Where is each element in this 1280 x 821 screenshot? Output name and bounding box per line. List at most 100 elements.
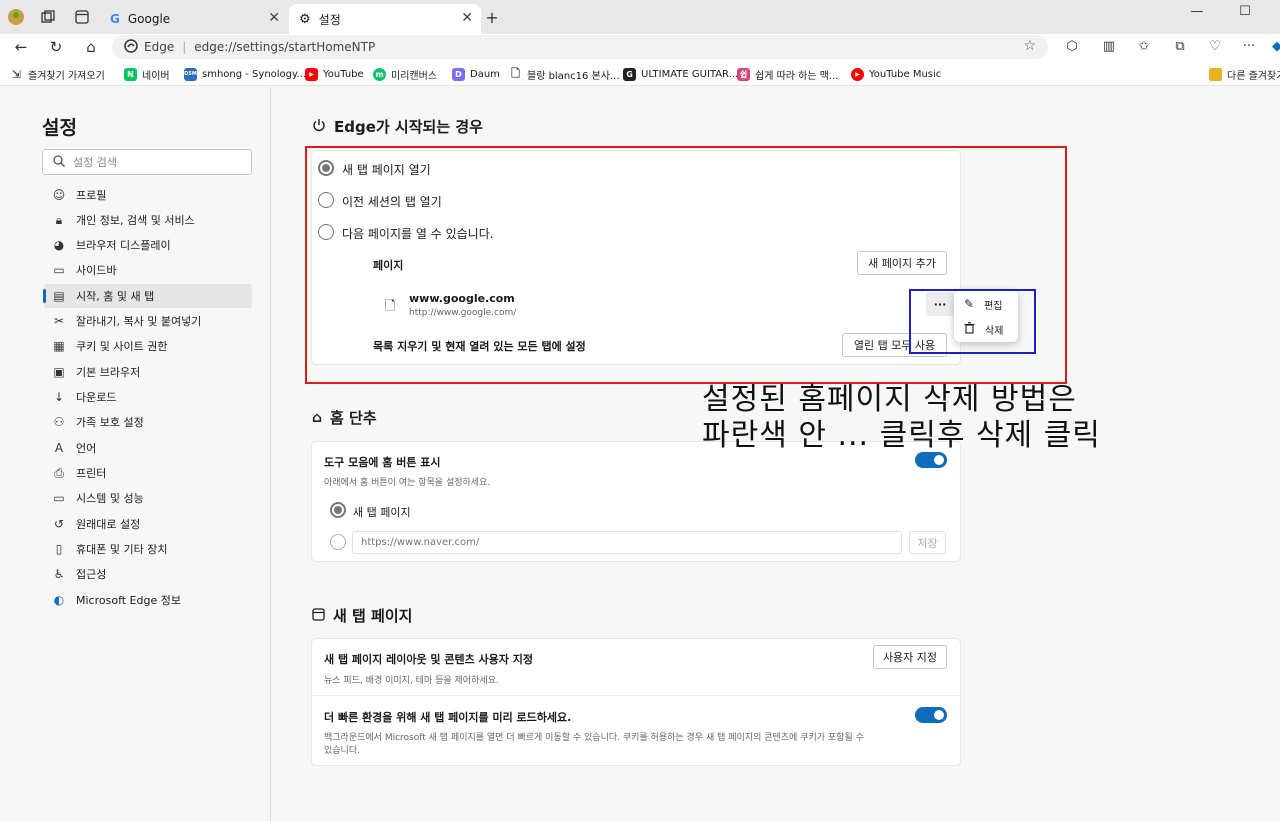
customize-desc: 뉴스 피드, 배경 이미지, 테마 등을 제어하세요. <box>324 676 499 686</box>
sidebar-item-family[interactable]: ⚇ 가족 보호 설정 <box>44 410 252 434</box>
bookmark-other-favorites[interactable]: 다른 즐겨찾기 <box>1209 66 1280 82</box>
bookmark-youtube-music[interactable]: ▶ YouTube Music <box>851 66 941 82</box>
bookmark-label: YouTube Music <box>869 68 942 80</box>
bookmark-youtube[interactable]: ▶ YouTube <box>305 66 364 82</box>
health-icon[interactable]: ♡ <box>1204 37 1226 57</box>
sidebar-item-printers[interactable]: ⎙ 프린터 <box>44 461 252 485</box>
sidebar-item-downloads[interactable]: ↓ 다운로드 <box>44 385 252 409</box>
naver-icon: N <box>124 67 137 81</box>
sidebar-item-label: 개인 정보, 검색 및 서비스 <box>76 214 195 227</box>
customize-button[interactable]: 사용자 지정 <box>873 645 947 669</box>
home-icon[interactable]: ⌂ <box>80 37 102 57</box>
bookmark-daum[interactable]: D Daum <box>452 66 500 82</box>
sidebar-item-label: 프로필 <box>76 189 107 202</box>
home-url-input[interactable] <box>352 531 902 554</box>
bookmark-ultimate-guitar[interactable]: G ULTIMATE GUITAR... <box>623 66 738 82</box>
newtab-icon <box>312 607 325 625</box>
lock-icon: 🔒︎ <box>55 212 63 227</box>
workspaces-icon[interactable] <box>40 9 56 25</box>
bookmark-synology[interactable]: DSM smhong - Synology... <box>184 66 306 82</box>
save-button[interactable]: 저장 <box>909 531 946 554</box>
accessibility-icon: ♿︎ <box>53 567 65 581</box>
preload-toggle[interactable] <box>915 707 947 723</box>
sidebar-item-privacy[interactable]: 🔒︎ 개인 정보, 검색 및 서비스 <box>44 208 252 232</box>
clipboard-icon: ✂ <box>53 314 65 328</box>
radio-home-custom-url[interactable] <box>330 534 346 550</box>
tab-google[interactable]: G Google ✕ <box>100 4 288 34</box>
bookmark-label: Daum <box>470 68 500 80</box>
bookmark-label: 네이버 <box>142 70 170 82</box>
synology-icon: DSM <box>184 67 197 81</box>
sidebar-item-label: 쿠키 및 사이트 권한 <box>76 340 168 353</box>
import-icon: ⇲ <box>11 67 22 81</box>
sidebar-item-share-copy-paste[interactable]: ✂ 잘라내기, 복사 및 붙여넣기 <box>44 309 252 333</box>
section-title-text: Edge가 시작되는 경우 <box>334 118 483 136</box>
sidebar-item-cookies[interactable]: ▦ 쿠키 및 사이트 권한 <box>44 334 252 358</box>
home-new-tab-label: 새 탭 페이지 <box>353 506 411 519</box>
sidebar-item-phone[interactable]: ▯ 휴대폰 및 기타 장치 <box>44 537 252 561</box>
settings-search-box[interactable] <box>42 149 252 175</box>
sidebar-item-label: 잘라내기, 복사 및 붙여넣기 <box>76 315 202 328</box>
printer-icon: ⎙ <box>54 465 64 480</box>
sidebar-item-profile[interactable]: ☺ 프로필 <box>44 183 252 207</box>
sidebar-item-reset[interactable]: ↺ 원래대로 설정 <box>44 512 252 536</box>
tab-actions-icon[interactable] <box>74 9 90 25</box>
sidebar-item-accessibility[interactable]: ♿︎ 접근성 <box>44 562 252 586</box>
close-icon[interactable]: ✕ <box>268 10 280 26</box>
address-bar[interactable]: Edge | edge://settings/startHomeNTP ☆ <box>112 35 1048 59</box>
sidebar-item-system[interactable]: ▭ 시스템 및 성능 <box>44 486 252 510</box>
favorites-icon[interactable]: ✩ <box>1133 37 1155 57</box>
gear-icon: ⚙ <box>299 11 311 27</box>
profile-icon: ☺ <box>52 188 66 202</box>
extensions-icon[interactable]: ⬡ <box>1061 37 1083 57</box>
sidebar-item-label: 휴대폰 및 기타 장치 <box>76 543 168 556</box>
tab-bar: G Google ✕ ⚙ 설정 ✕ + — ☐ <box>0 0 1280 34</box>
preload-desc-line-2: 있습니다. <box>324 746 360 756</box>
section-title-text: 홈 단추 <box>330 409 377 427</box>
sidebar-item-appearance[interactable]: ◕ 브라우저 디스플레이 <box>44 233 252 257</box>
radio-home-new-tab[interactable] <box>330 502 346 518</box>
tab-settings[interactable]: ⚙ 설정 ✕ <box>289 4 481 34</box>
split-screen-icon[interactable]: ▥ <box>1098 37 1120 57</box>
bookmark-naver[interactable]: N 네이버 <box>124 66 170 82</box>
cookie-icon: ▦ <box>53 339 65 353</box>
show-home-button-label: 도구 모음에 홈 버튼 표시 <box>324 456 441 469</box>
maximize-icon[interactable]: ☐ <box>1230 4 1260 24</box>
bookmark-blanc16[interactable]: 🗋 블랑 blanc16 본사... <box>509 66 619 82</box>
bookmark-import[interactable]: ⇲ 즐겨찾기 가져오기 <box>10 66 105 82</box>
sidebar-item-default-browser[interactable]: ▣ 기본 브라우저 <box>44 360 252 384</box>
new-tab-plus-icon[interactable]: + <box>484 8 500 27</box>
bookmark-label: 쉽게 따라 하는 맥... <box>755 70 839 82</box>
sidebar-item-label: Microsoft Edge 정보 <box>76 594 181 607</box>
sidebar-item-about[interactable]: ◐ Microsoft Edge 정보 <box>44 588 252 612</box>
minimize-icon[interactable]: — <box>1182 4 1212 24</box>
bookmark-miricanvas[interactable]: m 미리캔버스 <box>373 66 437 82</box>
profile-avatar-icon[interactable] <box>8 9 24 25</box>
sidebar-item-label: 다운로드 <box>76 391 117 404</box>
url-text[interactable]: edge://settings/startHomeNTP <box>194 40 375 54</box>
download-icon: ↓ <box>53 390 65 404</box>
search-input[interactable] <box>73 155 243 169</box>
sidebar-item-languages[interactable]: A 언어 <box>44 436 252 460</box>
bookmark-label: YouTube <box>323 68 364 80</box>
bookmark-mac[interactable]: 쉽 쉽게 따라 하는 맥... <box>737 66 838 82</box>
youtube-icon: ▶ <box>305 67 318 81</box>
copilot-icon[interactable]: ◆ <box>1266 37 1280 57</box>
refresh-icon[interactable]: ↻ <box>45 37 67 57</box>
annotation-line-2: 파란색 안 ... 클릭후 삭제 클릭 <box>702 418 1101 453</box>
sidebar-item-sidebar[interactable]: ▭ 사이드바 <box>44 258 252 282</box>
show-home-button-toggle[interactable] <box>915 452 947 468</box>
more-menu-icon[interactable]: ··· <box>1238 37 1260 57</box>
show-home-button-desc: 아래에서 홈 버튼이 여는 항목을 설정하세요. <box>324 478 491 488</box>
tab-label: Google <box>127 12 171 26</box>
edge-logo-icon <box>124 38 138 56</box>
close-icon[interactable]: ✕ <box>461 10 473 26</box>
back-arrow-icon[interactable]: ← <box>10 37 32 57</box>
bookmark-label: smhong - Synology... <box>202 68 307 80</box>
favorite-star-icon[interactable]: ☆ <box>1023 38 1036 54</box>
collections-icon[interactable]: ⧉ <box>1169 37 1191 57</box>
miricanvas-icon: m <box>373 67 386 81</box>
sidebar-item-label: 사이드바 <box>76 264 117 277</box>
sidebar-item-start-home-newtab[interactable]: ▤ 시작, 홈 및 새 탭 <box>43 284 252 308</box>
newtab-section-title: 새 탭 페이지 <box>312 605 412 626</box>
